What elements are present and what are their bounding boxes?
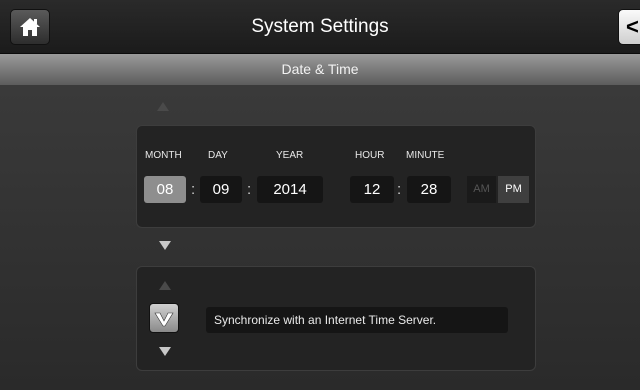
scroll-up-icon[interactable]	[157, 102, 169, 111]
day-field[interactable]: 09	[200, 176, 242, 203]
minute-label: MINUTE	[406, 150, 445, 161]
option-down-icon[interactable]	[159, 347, 171, 356]
scroll-down-icon[interactable]	[159, 241, 171, 250]
date-separator: :	[191, 181, 196, 198]
section-title: Date & Time	[0, 54, 640, 85]
time-separator: :	[397, 181, 402, 198]
sync-label[interactable]: Synchronize with an Internet Time Server…	[206, 307, 508, 333]
minute-field[interactable]: 28	[407, 176, 451, 203]
year-field[interactable]: 2014	[257, 176, 323, 203]
month-field[interactable]: 08	[144, 176, 186, 203]
back-button[interactable]: <	[618, 9, 640, 45]
sync-checkbox[interactable]	[149, 303, 179, 333]
day-label: DAY	[208, 150, 228, 161]
option-up-icon[interactable]	[159, 281, 171, 290]
page-title: System Settings	[251, 16, 389, 37]
year-label: YEAR	[276, 150, 304, 161]
month-label: MONTH	[145, 150, 182, 161]
content-area: MONTH DAY YEAR HOUR MINUTE 08 : 09 : 201…	[0, 85, 640, 390]
hour-field[interactable]: 12	[350, 176, 394, 203]
sync-panel: Synchronize with an Internet Time Server…	[136, 266, 536, 371]
check-icon	[154, 312, 174, 327]
hour-label: HOUR	[355, 150, 385, 161]
am-button[interactable]: AM	[467, 176, 496, 203]
date-separator: :	[247, 181, 252, 198]
top-bar: System Settings <	[0, 0, 640, 54]
pm-button[interactable]: PM	[498, 176, 529, 203]
datetime-panel: MONTH DAY YEAR HOUR MINUTE 08 : 09 : 201…	[136, 125, 536, 228]
